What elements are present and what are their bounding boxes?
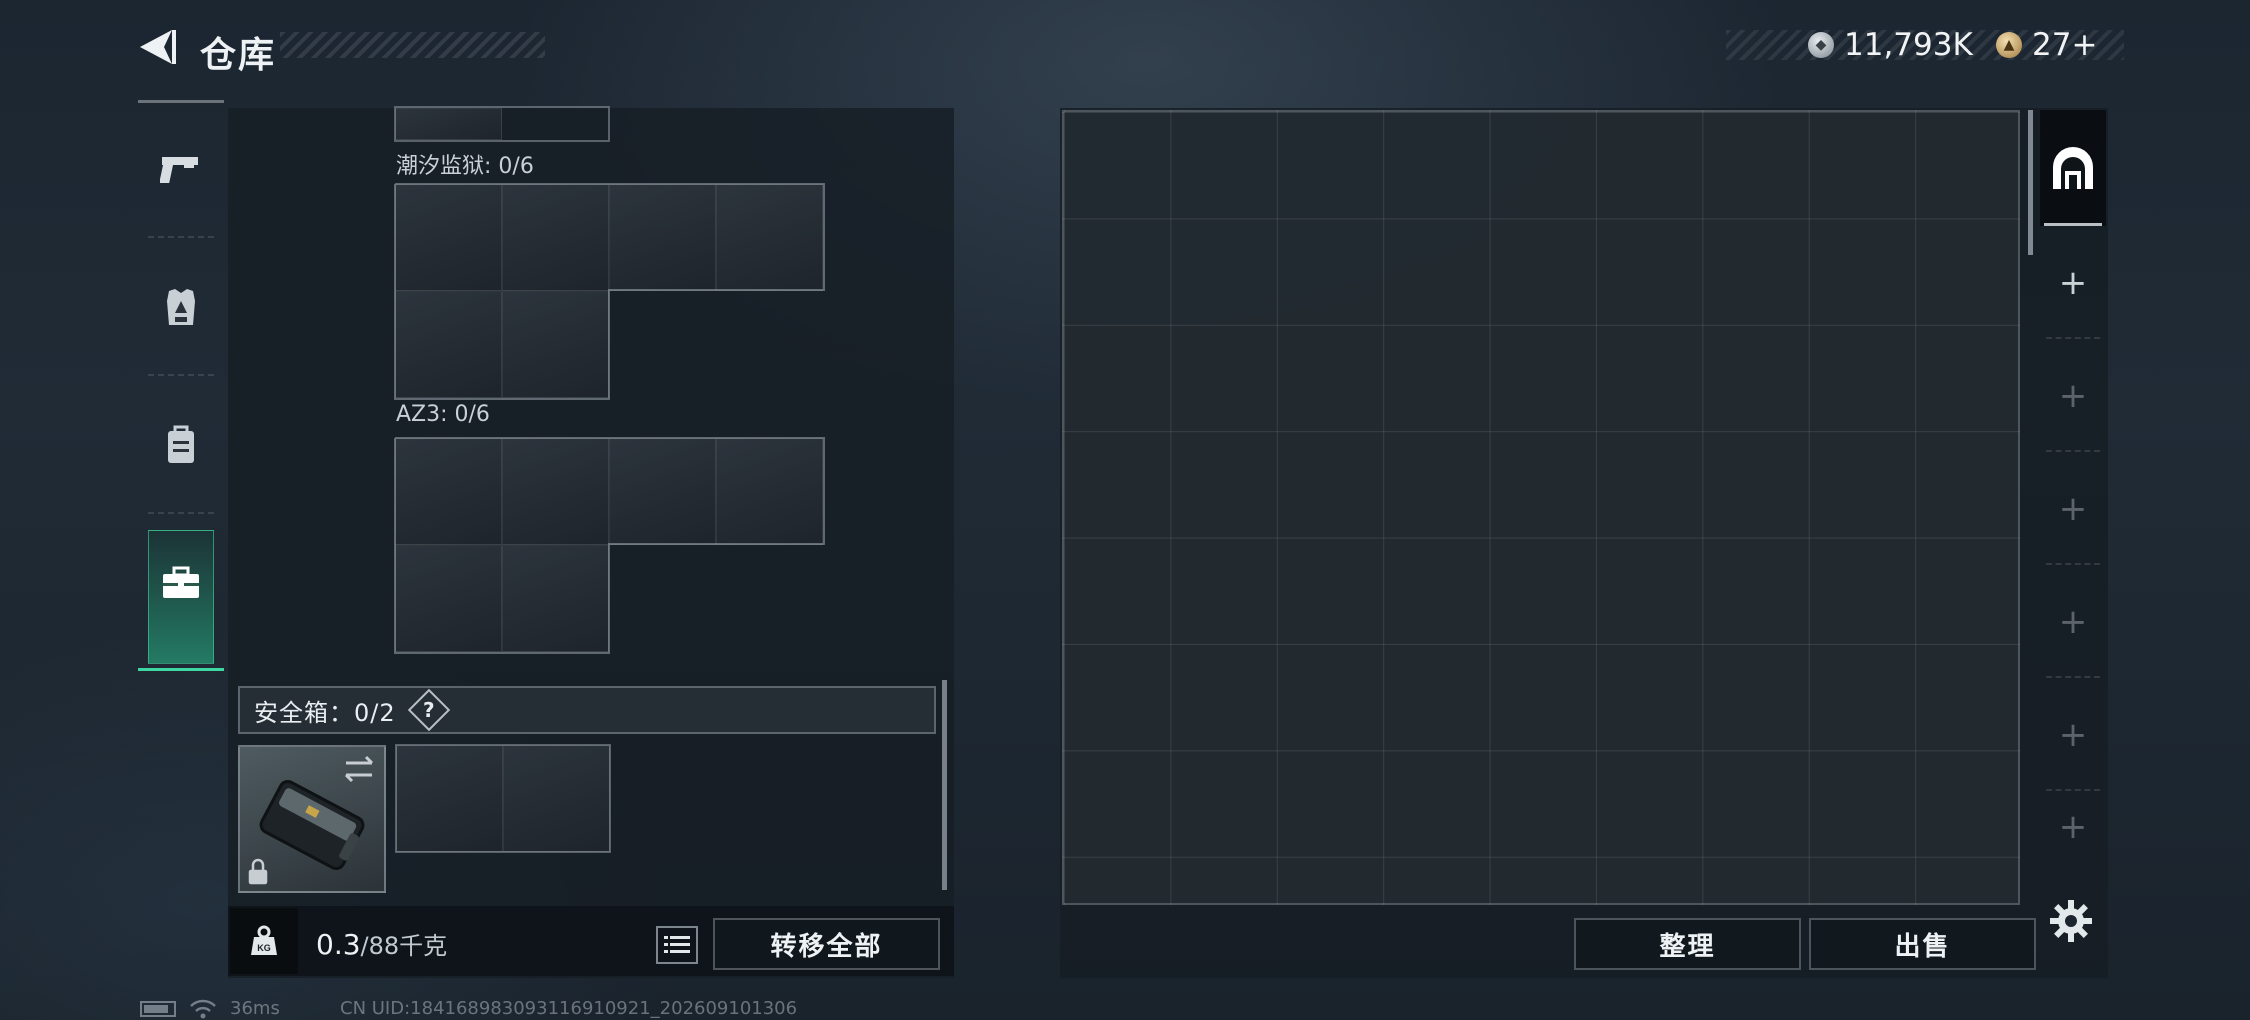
sell-button[interactable]: 出售 [1809, 918, 2036, 970]
svg-text:KG: KG [257, 943, 271, 953]
pistol-icon [160, 157, 198, 183]
storage-scrollbar[interactable] [2028, 110, 2033, 255]
add-storage-page[interactable]: + [2040, 565, 2106, 678]
page-header: 仓库 [200, 28, 545, 76]
device-status: 36ms [140, 998, 280, 1019]
plus-icon: + [2058, 488, 2088, 529]
list-icon [664, 936, 690, 953]
ping-readout: 36ms [230, 998, 280, 1019]
weight-icon: KG [251, 925, 277, 955]
currency-silver[interactable]: ◆ 11,793K [1808, 27, 1973, 63]
safe-box-label: 安全箱：0/2 [254, 698, 396, 727]
tab-storage[interactable] [138, 514, 224, 664]
briefcase-icon [163, 566, 199, 598]
left-panel-scrollbar[interactable] [942, 680, 947, 890]
tab-weapons[interactable] [138, 100, 224, 238]
weight-readout: 0.3/88千克 [316, 926, 447, 961]
safe-box-item[interactable] [238, 745, 386, 893]
title-decoration [280, 32, 545, 58]
transfer-all-button[interactable]: 转移全部 [713, 918, 940, 970]
add-storage-page[interactable]: + [2040, 452, 2106, 565]
page-title: 仓库 [200, 35, 277, 76]
plus-icon: + [2058, 807, 2088, 847]
sort-button[interactable]: 整理 [1574, 918, 1801, 970]
currency-bar: ◆ 11,793K ▲ 27+ [1726, 27, 2124, 63]
armor-vest-icon [167, 289, 195, 325]
secure-case-icon [248, 755, 374, 885]
settings-button[interactable] [2048, 898, 2094, 944]
list-view-button[interactable] [656, 926, 698, 964]
battery-icon [140, 1000, 176, 1017]
weight-current: 0.3 [316, 928, 361, 961]
gold-coin-icon: ▲ [1996, 32, 2022, 58]
help-icon: ? [422, 697, 435, 722]
silver-amount: 11,793K [1844, 27, 1973, 63]
gear-icon [2050, 900, 2092, 942]
container-label: AZ3: 0/6 [396, 402, 490, 427]
weight-capacity: /88千克 [360, 932, 448, 960]
grid-cell[interactable] [395, 108, 502, 140]
user-id-text: CN UID:184168983093116910921_20260910130… [340, 998, 798, 1019]
add-storage-page[interactable]: + [2040, 678, 2106, 791]
help-button[interactable]: ? [407, 688, 450, 732]
safe-box-header: 安全箱：0/2 ? [238, 686, 936, 734]
back-button[interactable] [136, 26, 178, 68]
vault-icon [2053, 147, 2093, 189]
tab-armor[interactable] [138, 238, 224, 376]
weight-indicator: KG [230, 908, 298, 974]
add-storage-page[interactable]: + [2040, 791, 2106, 863]
safe-box-slot[interactable] [396, 745, 503, 852]
safe-box-slot[interactable] [503, 745, 610, 852]
currency-gold[interactable]: ▲ 27+ [1996, 27, 2098, 63]
silver-coin-icon: ◆ [1808, 32, 1834, 58]
gold-amount: 27+ [2032, 27, 2098, 63]
equipment-tabs [138, 100, 224, 675]
plus-icon: + [2058, 375, 2088, 416]
storage-page-main[interactable] [2040, 110, 2106, 226]
wifi-icon [190, 999, 216, 1018]
add-storage-page[interactable]: + [2040, 226, 2106, 339]
container-outline [394, 183, 825, 400]
add-storage-page[interactable]: + [2040, 339, 2106, 452]
active-tab-underline [138, 668, 224, 671]
back-arrow-icon [140, 30, 176, 64]
tab-backpack[interactable] [138, 376, 224, 514]
container-label: 潮汐监狱: 0/6 [396, 154, 534, 179]
container-outline [394, 437, 825, 654]
backpack-icon [168, 425, 194, 463]
plus-icon: + [2058, 714, 2088, 755]
storage-page-tabs: + + + + + + [2040, 110, 2110, 870]
plus-icon: + [2058, 262, 2088, 303]
storage-grid[interactable] [1062, 110, 2020, 905]
plus-icon: + [2058, 601, 2088, 642]
